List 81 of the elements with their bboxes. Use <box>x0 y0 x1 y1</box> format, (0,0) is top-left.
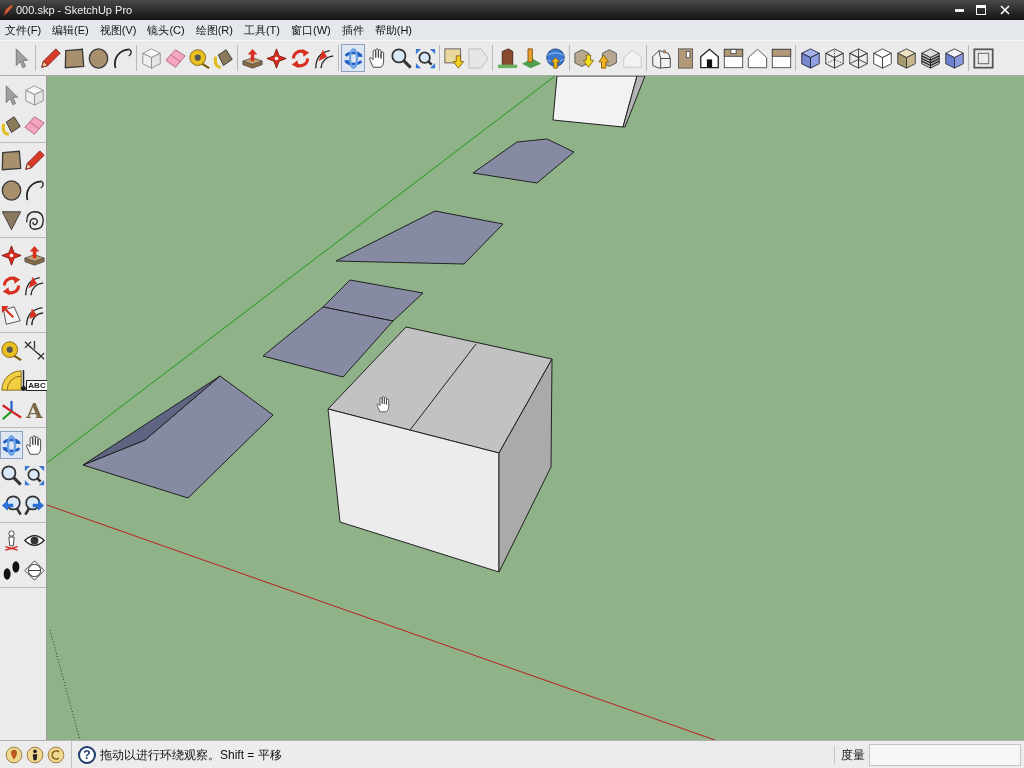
move-arrows-icon <box>265 47 287 69</box>
magnifier-arrows-icon <box>24 464 45 486</box>
magnifier-arrows-icon <box>414 47 436 69</box>
measurement-field[interactable] <box>869 743 1021 766</box>
translucent-cube-icon <box>799 47 821 69</box>
dashed-cube-icon <box>823 47 845 69</box>
house-front-icon <box>698 47 720 69</box>
dimension-lines-icon <box>24 339 45 361</box>
circle-icon <box>87 47 109 69</box>
menu-item[interactable]: 绘图(R) <box>191 21 237 39</box>
section-plane-icon <box>24 559 45 581</box>
wireframe-cube-icon <box>847 47 869 69</box>
window-title: 000.skp - SketchUp Pro <box>16 2 133 18</box>
tape-measure-icon <box>188 47 210 69</box>
offset-arcs-icon <box>24 304 45 326</box>
app-icon <box>3 3 13 17</box>
location-icon <box>4 745 23 764</box>
orbit-icon <box>1 434 22 456</box>
close-icon <box>1000 5 1010 15</box>
box-up-arrow-icon <box>597 47 619 69</box>
magnifier-back-arrow-icon <box>1 494 22 516</box>
tinted-cube-icon <box>943 47 965 69</box>
orbit-icon <box>342 47 364 69</box>
pencil-icon <box>24 149 45 171</box>
menu-item[interactable]: 工具(T) <box>239 21 284 39</box>
eraser-icon <box>24 114 45 136</box>
house-icon <box>650 47 672 69</box>
cube-outline-icon <box>140 47 162 69</box>
arc-icon <box>111 47 133 69</box>
block-up-arrow-icon <box>24 244 45 266</box>
menu-item[interactable]: 编辑(E) <box>48 21 93 39</box>
house-outline-icon <box>746 47 768 69</box>
striped-cube-icon <box>919 47 941 69</box>
footprints-icon <box>1 559 22 581</box>
tool-button[interactable]: A <box>23 396 46 424</box>
menu-item[interactable]: 镜头(C) <box>143 21 189 39</box>
protractor-icon <box>1 369 22 391</box>
cube-icon <box>871 47 893 69</box>
circle-arc-icon <box>46 745 65 764</box>
scribble-icon <box>24 209 45 231</box>
triangle-icon <box>1 209 22 231</box>
hand-cursor-icon <box>376 396 390 413</box>
roof-square-icon <box>722 47 744 69</box>
info-icon <box>25 745 44 764</box>
rotate-arrows-icon <box>1 274 22 296</box>
shaded-cube-icon <box>895 47 917 69</box>
menu-item[interactable]: 文件(F) <box>1 21 46 39</box>
pencil-icon <box>39 47 61 69</box>
circle-icon <box>1 179 22 201</box>
picture-down-arrow-icon <box>443 47 465 69</box>
menu-item[interactable]: 帮助(H) <box>370 21 416 39</box>
block-up-arrow-icon <box>241 47 263 69</box>
faded-arrow-icon <box>467 47 489 69</box>
magnifier-icon <box>1 464 22 486</box>
status-hint: 拖动以进行环绕观察。Shift = 平移 <box>100 746 282 764</box>
post-on-ground-icon <box>520 47 542 69</box>
axes-icon <box>1 399 22 421</box>
eraser-icon <box>164 47 186 69</box>
leader-line-icon <box>21 369 27 391</box>
square-frame-icon <box>972 47 994 69</box>
tape-measure-icon <box>1 339 22 361</box>
square-panel-icon <box>770 47 792 69</box>
building-icon <box>496 47 518 69</box>
magnifier-forward-arrow-icon <box>24 494 45 516</box>
box-down-arrow-icon <box>573 47 595 69</box>
maximize-icon <box>976 5 986 15</box>
menu-item[interactable]: 窗口(W) <box>287 21 335 39</box>
minimize-icon <box>954 8 964 12</box>
curved-arrow-icon <box>313 47 335 69</box>
globe-icon <box>544 47 566 69</box>
arc-icon <box>24 179 45 201</box>
curved-arrow-icon <box>24 274 45 296</box>
menu-item[interactable]: 视图(V) <box>95 21 141 39</box>
menu-item[interactable]: 插件 <box>337 21 368 39</box>
paint-bucket-icon <box>212 47 234 69</box>
help-button[interactable]: ? <box>78 745 96 764</box>
magnifier-icon <box>390 47 412 69</box>
move-arrows-icon <box>1 244 22 266</box>
rotate-arrows-icon <box>289 47 311 69</box>
faded-house-icon <box>621 47 643 69</box>
paint-bucket-icon <box>1 114 22 136</box>
